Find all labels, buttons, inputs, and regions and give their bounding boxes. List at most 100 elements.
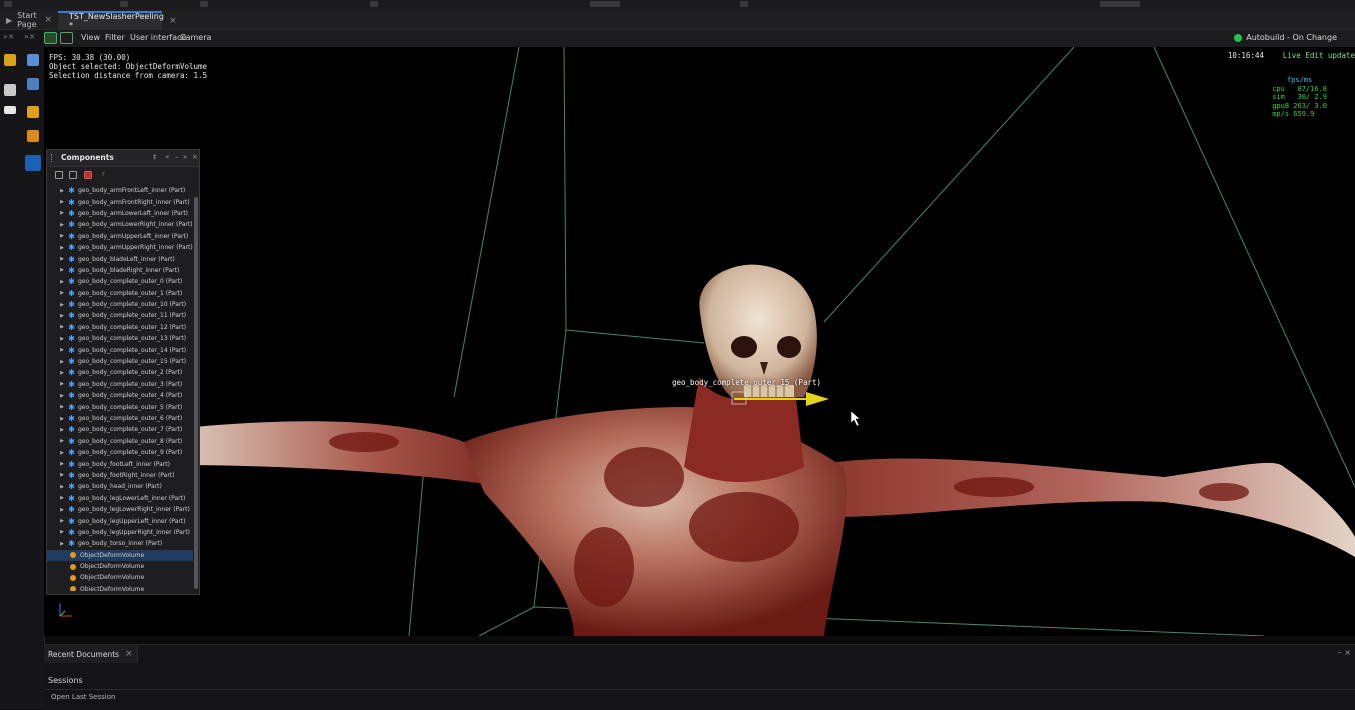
toolbar-icon[interactable] [200,1,208,7]
expand-arrow-icon[interactable]: ▶ [56,290,68,296]
delete-icon[interactable] [84,171,92,179]
tree-row[interactable]: ObjectDeformVolume [47,549,193,561]
camera-icon[interactable] [60,32,73,44]
expand-arrow-icon[interactable]: ▶ [56,507,68,513]
tree-row[interactable]: ▶ ✱ geo_body_complete_outer_11 (Part) [47,310,193,321]
tree-row[interactable]: ▶ ✱ geo_body_legLowerLeft_inner (Part) [47,493,193,504]
expand-arrow-icon[interactable]: ▶ [56,370,68,376]
toolbar-field[interactable] [590,1,620,7]
tree-row[interactable]: ObjectDeformVolume [47,572,193,583]
expand-arrow-icon[interactable]: ▶ [56,222,68,228]
expand-right-icon[interactable]: » [183,153,187,161]
expand-arrow-icon[interactable]: ▶ [56,461,68,467]
expand-arrow-icon[interactable]: ▶ [56,541,68,547]
tree-row[interactable]: ▶ ✱ geo_body_head_inner (Part) [47,481,193,492]
expand-arrow-icon[interactable]: ▶ [56,416,68,422]
expand-arrow-icon[interactable]: ▶ [56,313,68,319]
expand-arrow-icon[interactable]: ▶ [56,336,68,342]
tree-row[interactable]: ▶ ✱ geo_body_footLeft_inner (Part) [47,458,193,469]
folder-icon[interactable] [4,54,16,66]
tree-row[interactable]: ▶ ✱ geo_body_complete_outer_15 (Part) [47,356,193,367]
tab-recent-documents[interactable]: Recent Documents × [44,645,138,663]
tree-row[interactable]: ▶ ✱ geo_body_complete_outer_14 (Part) [47,344,193,355]
autobuild-status[interactable]: Autobuild - On Change [1234,33,1337,42]
open-last-session-link[interactable]: Open Last Session [51,693,115,701]
expand-arrow-icon[interactable]: ▶ [56,518,68,524]
tree-row[interactable]: ▶ ✱ geo_body_complete_outer_10 (Part) [47,299,193,310]
pin-icon[interactable]: ‡ [153,153,157,161]
toolbar-icon[interactable] [4,1,12,7]
tree-row[interactable]: ▶ ✱ geo_body_complete_outer_12 (Part) [47,322,193,333]
paste-icon[interactable] [69,171,77,179]
tree-row[interactable]: ▶ ✱ geo_body_armUpperRight_inner (Part) [47,242,193,253]
tree-row[interactable]: ▶ ✱ geo_body_complete_outer_5 (Part) [47,401,193,412]
expand-arrow-icon[interactable]: ▶ [56,256,68,262]
expand-arrow-icon[interactable]: ▶ [56,484,68,490]
toolbar-icon[interactable] [120,1,128,7]
tree-row[interactable]: ▶ ✱ geo_body_bladeRight_inner (Part) [47,265,193,276]
dock-expand-icon[interactable]: »× [24,32,36,41]
expand-arrow-icon[interactable]: ▶ [56,233,68,239]
expand-arrow-icon[interactable]: ▶ [56,210,68,216]
tab-scene[interactable]: TST_NewSlasherPeeling * × [58,11,176,30]
close-icon[interactable]: × [44,15,52,25]
tree-row[interactable]: ▶ ✱ geo_body_complete_outer_7 (Part) [47,424,193,435]
expand-arrow-icon[interactable]: ▶ [56,359,68,365]
hierarchy-icon[interactable] [27,106,39,118]
expand-arrow-icon[interactable]: ▶ [56,199,68,205]
grid-icon[interactable] [4,84,16,96]
tree-row[interactable]: ▶ ✱ geo_body_armUpperLeft_inner (Part) [47,231,193,242]
expand-arrow-icon[interactable]: ▶ [56,404,68,410]
components-titlebar[interactable]: Components ‡ « – » × [47,150,199,167]
tree-row[interactable]: ▶ ✱ geo_body_armLowerRight_inner (Part) [47,219,193,230]
filter-icon[interactable]: r [102,170,105,178]
tree-row[interactable]: ▶ ✱ geo_body_legLowerRight_inner (Part) [47,504,193,515]
menu-camera[interactable]: Camera [180,33,211,42]
asset-icon[interactable] [27,130,39,142]
close-icon[interactable]: × [169,16,177,26]
expand-arrow-icon[interactable]: ▶ [56,347,68,353]
tree-row[interactable]: ▶ ✱ geo_body_bladeLeft_inner (Part) [47,253,193,264]
copy-icon[interactable] [55,171,63,179]
tree-row[interactable]: ▶ ✱ geo_body_legUpperLeft_inner (Part) [47,515,193,526]
tree-row[interactable]: ▶ ✱ geo_body_armFrontLeft_inner (Part) [47,185,193,196]
expand-arrow-icon[interactable]: ▶ [56,472,68,478]
toolbar-icon[interactable] [370,1,378,7]
expand-arrow-icon[interactable]: ▶ [56,427,68,433]
expand-arrow-icon[interactable]: ▶ [56,529,68,535]
tree-row[interactable]: ObjectDeformVolume [47,584,193,591]
tool-icon[interactable] [27,54,39,66]
tree-row[interactable]: ▶ ✱ geo_body_armFrontRight_inner (Part) [47,196,193,207]
drag-handle-icon[interactable] [51,154,55,162]
expand-arrow-icon[interactable]: ▶ [56,324,68,330]
h-icon[interactable] [4,106,16,114]
expand-arrow-icon[interactable]: ▶ [56,245,68,251]
minimize-icon[interactable]: – [175,153,179,161]
menu-user-interface[interactable]: User interface [130,33,186,42]
close-icon[interactable]: × [125,649,133,659]
tree-row[interactable]: ▶ ✱ geo_body_complete_outer_3 (Part) [47,379,193,390]
tree-row[interactable]: ▶ ✱ geo_body_torso_inner (Part) [47,538,193,549]
tree-row[interactable]: ▶ ✱ geo_body_complete_outer_4 (Part) [47,390,193,401]
expand-arrow-icon[interactable]: ▶ [56,393,68,399]
3d-viewport[interactable]: FPS: 30.38 (30.00) Object selected: Objec… [44,47,1355,636]
tab-start-page[interactable]: ▶ Start Page × [0,11,58,29]
viewport-mode-icon[interactable] [44,32,57,44]
components-scrollbar[interactable] [194,197,198,589]
dock-expand-icon[interactable]: »× [3,32,15,41]
tree-row[interactable]: ▶ ✱ geo_body_complete_outer_0 (Part) [47,276,193,287]
collapse-left-icon[interactable]: « [165,153,169,161]
expand-arrow-icon[interactable]: ▶ [56,495,68,501]
expand-arrow-icon[interactable]: ▶ [56,267,68,273]
tree-row[interactable]: ▶ ✱ geo_body_complete_outer_9 (Part) [47,447,193,458]
tree-row[interactable]: ▶ ✱ geo_body_complete_outer_8 (Part) [47,436,193,447]
tree-row[interactable]: ▶ ✱ geo_body_complete_outer_6 (Part) [47,413,193,424]
expand-arrow-icon[interactable]: ▶ [56,438,68,444]
expand-arrow-icon[interactable]: ▶ [56,450,68,456]
components-dock-icon[interactable] [25,155,41,171]
expand-arrow-icon[interactable]: ▶ [56,279,68,285]
expand-arrow-icon[interactable]: ▶ [56,302,68,308]
tree-row[interactable]: ▶ ✱ geo_body_complete_outer_1 (Part) [47,288,193,299]
panel-controls[interactable]: – × [1338,648,1351,657]
close-icon[interactable]: × [192,153,198,161]
